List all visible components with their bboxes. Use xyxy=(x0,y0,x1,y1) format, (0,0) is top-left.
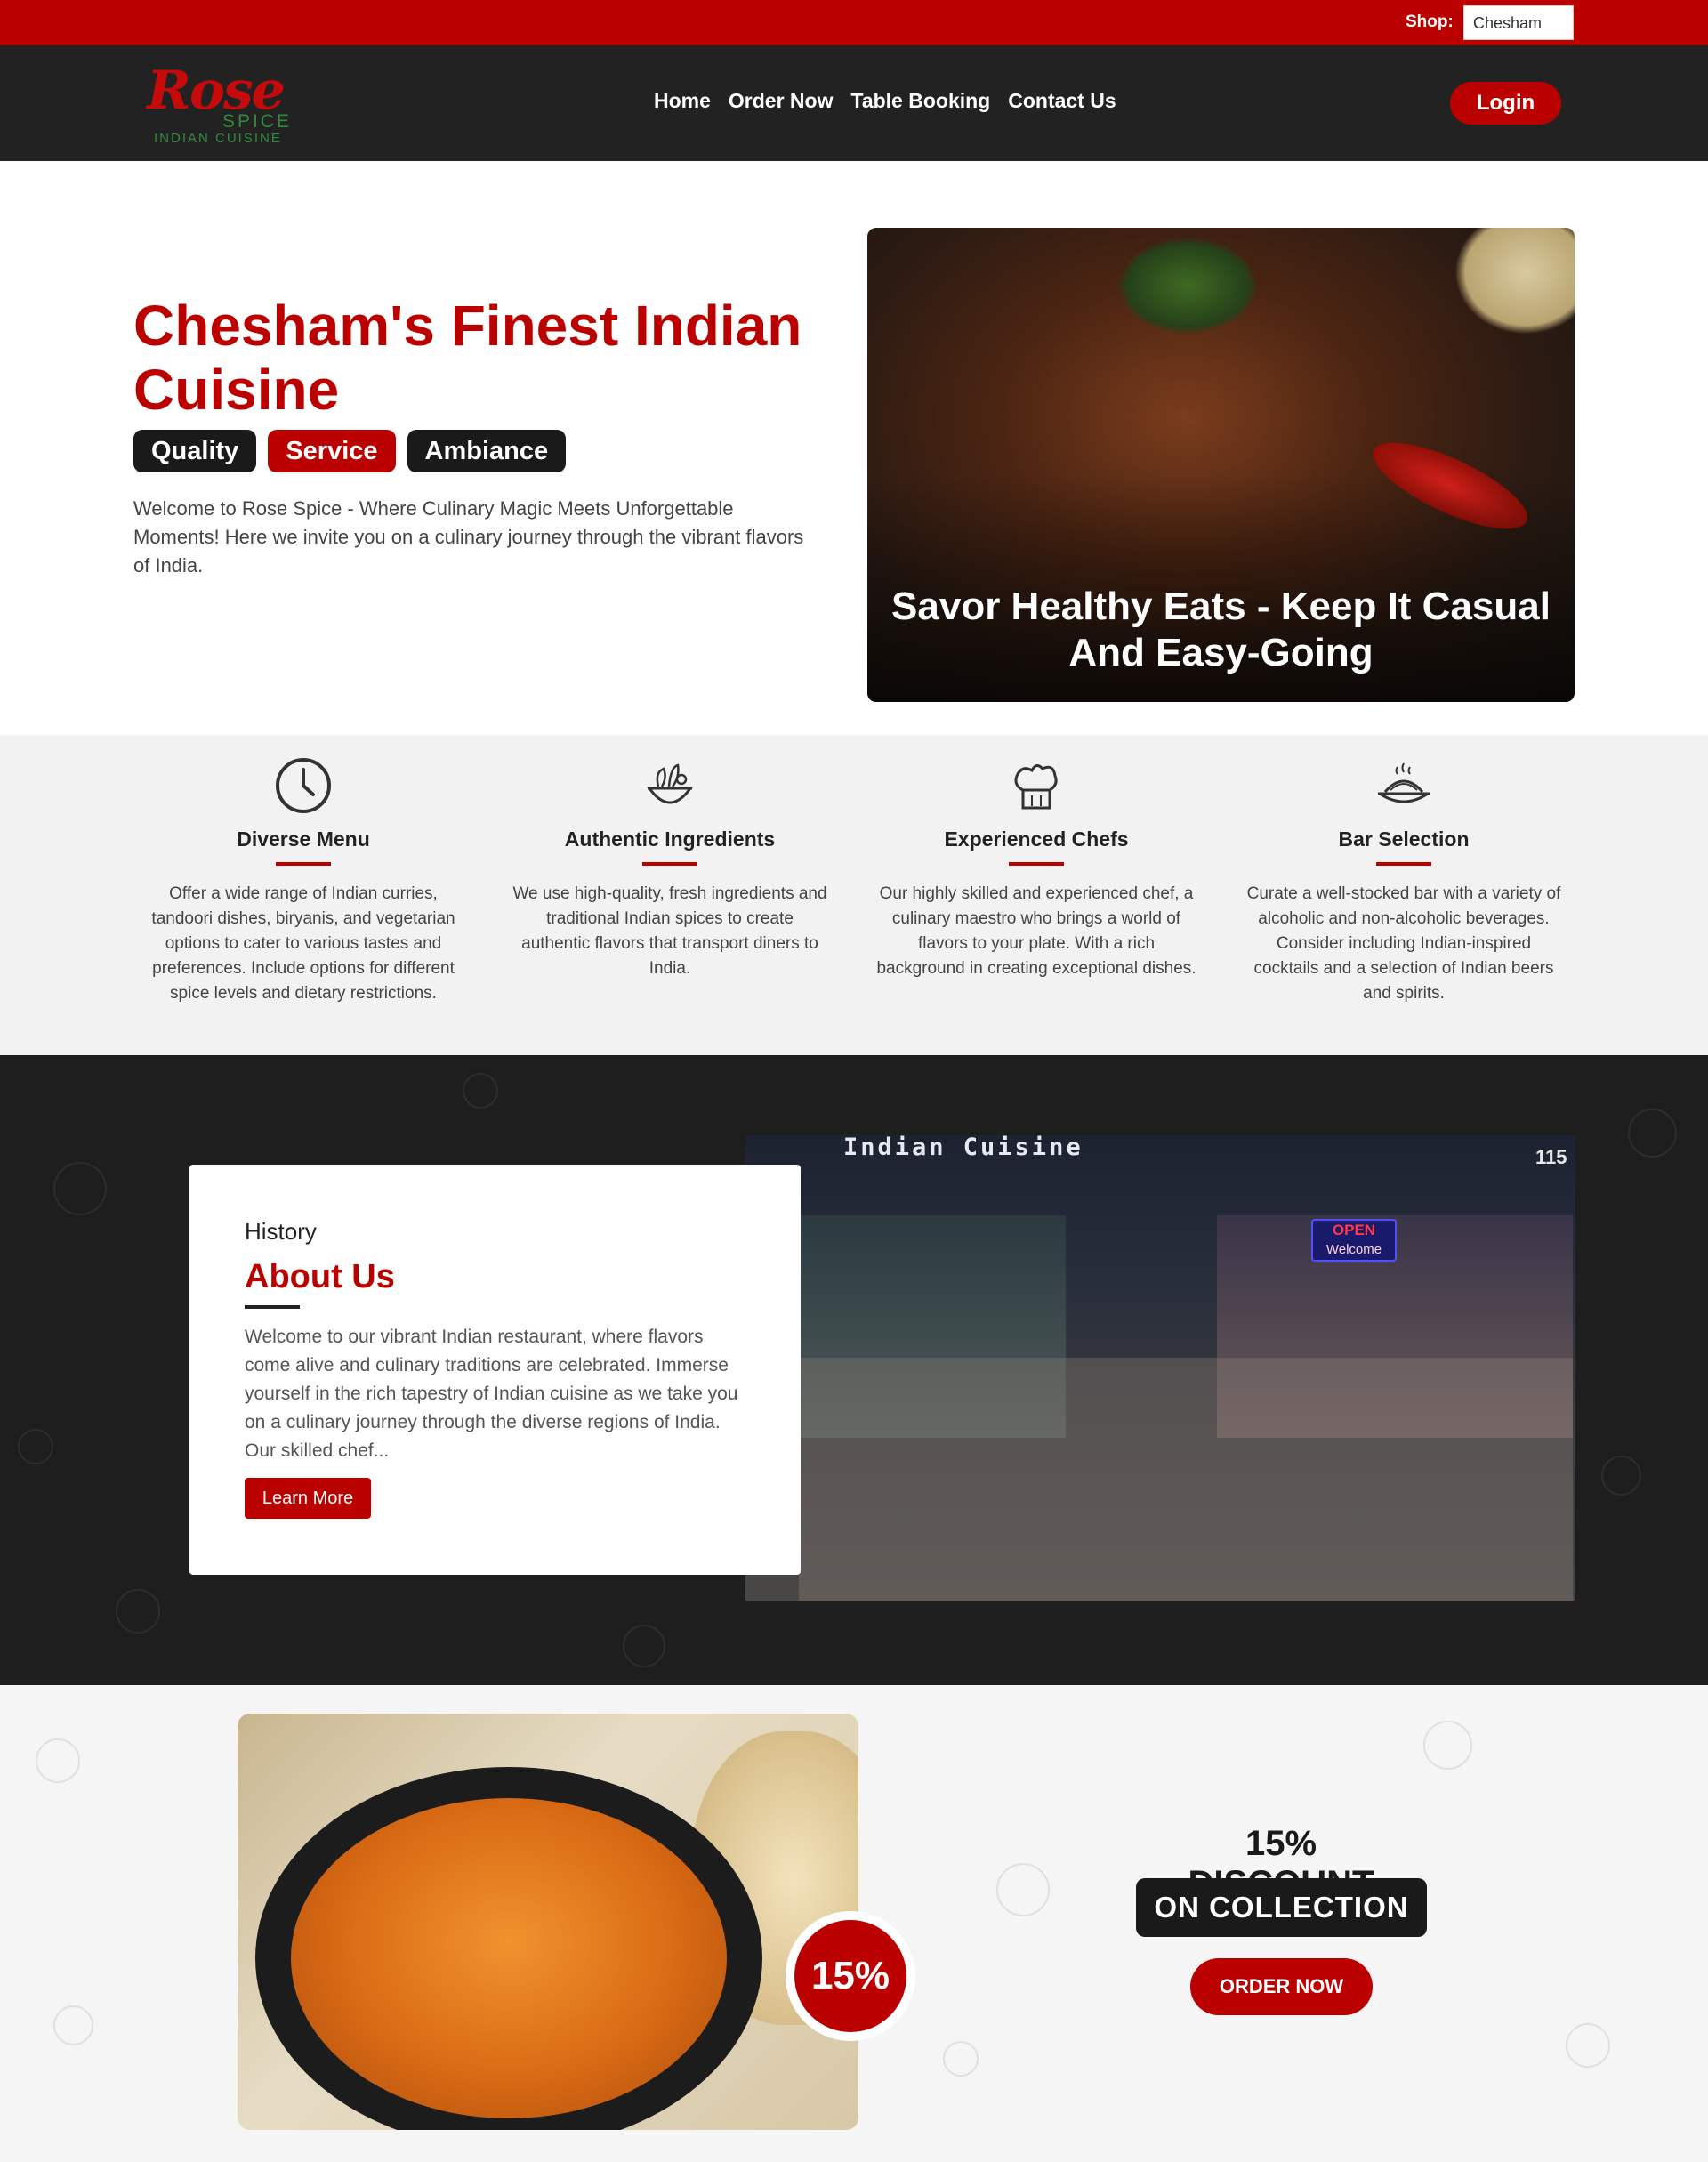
about-section: Indian Cuisine 115 OPEN Welcome History … xyxy=(0,1055,1708,1685)
decorative-doodle xyxy=(53,1162,107,1215)
hero-title: Chesham's Finest Indian Cuisine xyxy=(133,294,802,422)
feature-underline xyxy=(276,862,331,866)
nav-order-now[interactable]: Order Now xyxy=(729,89,834,113)
feature-bar-selection: Bar Selection Curate a well-stocked bar … xyxy=(1239,735,1568,1006)
feature-diverse-menu: Diverse Menu Offer a wide range of India… xyxy=(139,735,468,1006)
decorative-doodle xyxy=(1601,1456,1641,1496)
pill-quality: Quality xyxy=(133,430,257,472)
about-card: History About Us Welcome to our vibrant … xyxy=(189,1165,801,1575)
pill-ambiance: Ambiance xyxy=(407,430,567,472)
feature-title: Diverse Menu xyxy=(237,827,370,851)
decorative-doodle xyxy=(463,1073,498,1109)
feature-authentic-ingredients: Authentic Ingredients We use high-qualit… xyxy=(505,735,834,981)
main-nav: Home Order Now Table Booking Contact Us xyxy=(654,89,1116,113)
nav-home[interactable]: Home xyxy=(654,89,711,113)
discount-badge: 15% xyxy=(786,1911,915,2041)
restaurant-storefront-image: Indian Cuisine 115 OPEN Welcome xyxy=(745,1135,1575,1601)
chef-hat-icon xyxy=(1014,764,1058,810)
logo-spice-text: SPICE xyxy=(222,111,293,132)
feature-experienced-chefs: Experienced Chefs Our highly skilled and… xyxy=(872,735,1201,981)
nav-contact-us[interactable]: Contact Us xyxy=(1008,89,1116,113)
decorative-doodle xyxy=(53,2005,93,2045)
shop-select[interactable]: Chesham xyxy=(1463,5,1574,40)
features-section: Diverse Menu Offer a wide range of India… xyxy=(0,735,1708,1055)
salad-bowl-icon xyxy=(647,763,693,804)
shop-label: Shop: xyxy=(1406,12,1454,31)
hero-pills: Quality Service Ambiance xyxy=(133,430,567,472)
decorative-doodle xyxy=(1423,1721,1472,1770)
discount-badge-text: 15% xyxy=(794,1920,906,2032)
storefront-number: 115 xyxy=(1535,1146,1567,1168)
pill-service: Service xyxy=(268,430,396,472)
logo[interactable]: Rose SPICE INDIAN CUISINE xyxy=(147,60,316,149)
naan-shape xyxy=(1454,228,1575,335)
about-underline xyxy=(245,1305,300,1309)
open-sign-subtext: Welcome xyxy=(1325,1242,1382,1257)
decorative-doodle xyxy=(1566,2023,1610,2068)
learn-more-button[interactable]: Learn More xyxy=(245,1478,371,1519)
feature-text: Offer a wide range of Indian curries, ta… xyxy=(151,884,455,1003)
feature-text: Our highly skilled and experienced chef,… xyxy=(876,884,1196,978)
feature-underline xyxy=(642,862,697,866)
hot-dish-icon xyxy=(1378,762,1430,803)
logo-subtitle: INDIAN CUISINE xyxy=(154,131,282,146)
storefront-frosted-glass xyxy=(799,1358,1573,1601)
decorative-doodle xyxy=(1628,1109,1677,1158)
feature-text: We use high-quality, fresh ingredients a… xyxy=(512,884,827,978)
feature-underline xyxy=(1009,862,1064,866)
login-button[interactable]: Login xyxy=(1450,82,1561,125)
promo-subtitle: ON COLLECTION xyxy=(1136,1878,1427,1937)
clock-icon xyxy=(276,758,331,813)
feature-title: Experienced Chefs xyxy=(944,827,1129,851)
decorative-doodle xyxy=(36,1738,80,1783)
hero-food-image: Savor Healthy Eats - Keep It Casual And … xyxy=(867,228,1575,702)
butter-chicken-image xyxy=(238,1714,858,2130)
decorative-doodle xyxy=(18,1429,53,1464)
hero-image-caption: Savor Healthy Eats - Keep It Casual And … xyxy=(891,585,1551,674)
decorative-doodle xyxy=(943,2041,979,2077)
feature-text: Curate a well-stocked bar with a variety… xyxy=(1246,884,1561,1003)
feature-underline xyxy=(1376,862,1431,866)
about-kicker: History xyxy=(245,1218,317,1245)
feature-title: Bar Selection xyxy=(1338,827,1470,851)
hero-description: Welcome to Rose Spice - Where Culinary M… xyxy=(133,497,804,577)
nav-table-booking[interactable]: Table Booking xyxy=(850,89,990,113)
open-sign-text: OPEN xyxy=(1332,1222,1376,1238)
decorative-doodle xyxy=(116,1589,160,1634)
order-now-button[interactable]: ORDER NOW xyxy=(1190,1958,1373,2015)
decorative-doodle xyxy=(623,1625,665,1667)
decorative-doodle xyxy=(996,1863,1050,1916)
open-sign: OPEN Welcome xyxy=(1311,1219,1397,1262)
feature-title: Authentic Ingredients xyxy=(564,827,776,851)
storefront-sign: Indian Cuisine xyxy=(843,1135,1084,1161)
about-text: Welcome to our vibrant Indian restaurant… xyxy=(245,1327,738,1461)
top-bar: Shop: Chesham xyxy=(0,0,1708,45)
herb-shape xyxy=(1116,237,1259,335)
about-title: About Us xyxy=(245,1258,395,1295)
curry-shape xyxy=(291,1798,727,2118)
